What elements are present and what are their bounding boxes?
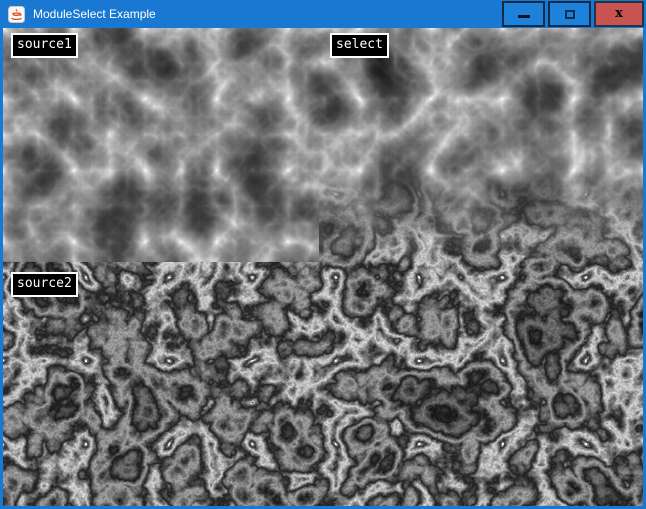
maximize-button[interactable] <box>548 1 591 27</box>
close-button[interactable]: x <box>594 1 644 27</box>
render-canvas: source1 select source2 <box>3 28 643 506</box>
maximize-icon <box>565 10 575 19</box>
titlebar[interactable]: ModuleSelect Example x <box>0 0 646 28</box>
java-coffee-cup-icon[interactable] <box>8 6 25 23</box>
app-window: ModuleSelect Example x <box>0 0 646 509</box>
source2-label: source2 <box>11 272 78 297</box>
window-title: ModuleSelect Example <box>33 7 156 21</box>
source1-label: source1 <box>11 33 78 58</box>
select-label: select <box>330 33 389 58</box>
minimize-button[interactable] <box>502 1 545 27</box>
close-icon: x <box>615 7 623 20</box>
window-controls: x <box>502 0 644 28</box>
minimize-icon <box>518 15 530 18</box>
source1-image <box>3 28 319 262</box>
